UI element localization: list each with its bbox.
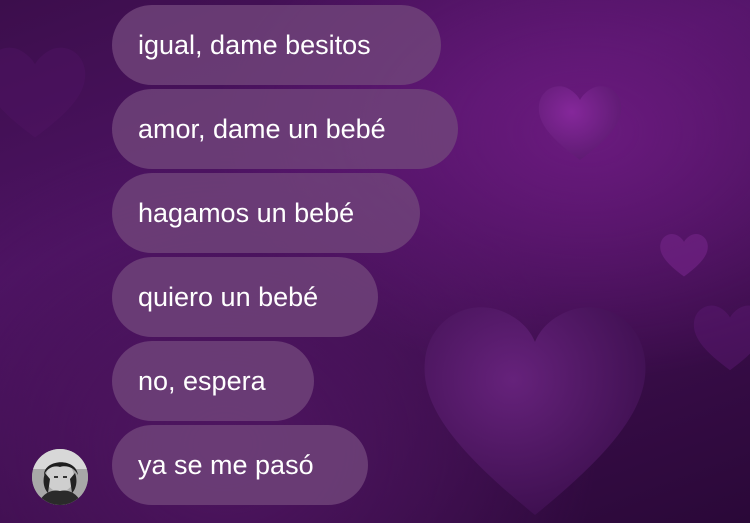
message-bubble[interactable]: ya se me pasó xyxy=(112,425,368,505)
avatar-photo-icon xyxy=(32,449,88,505)
message-bubble[interactable]: hagamos un bebé xyxy=(112,173,420,253)
chat-thread: igual, dame besitos amor, dame un bebé h… xyxy=(0,0,750,523)
message-bubble[interactable]: quiero un bebé xyxy=(112,257,378,337)
user-avatar-icon[interactable] xyxy=(32,449,88,505)
message-bubble[interactable]: amor, dame un bebé xyxy=(112,89,458,169)
message-bubble[interactable]: no, espera xyxy=(112,341,314,421)
message-bubble[interactable]: igual, dame besitos xyxy=(112,5,441,85)
